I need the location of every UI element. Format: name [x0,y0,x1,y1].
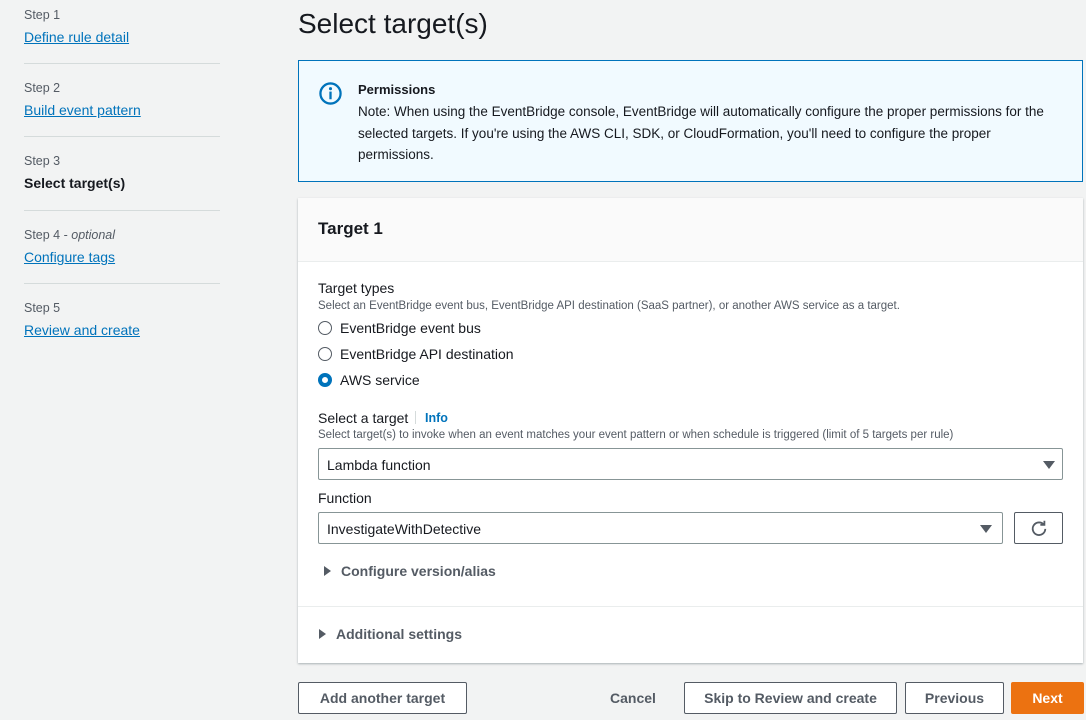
add-another-target-button[interactable]: Add another target [298,682,467,714]
caret-right-icon [324,566,331,576]
refresh-button[interactable] [1014,512,1063,544]
step-1: Step 1 Define rule detail [24,0,220,64]
selected-value: InvestigateWithDetective [327,521,482,537]
previous-button[interactable]: Previous [905,682,1004,714]
selected-value: Lambda function [327,457,431,473]
panel-header: Target 1 [298,198,1083,262]
step-number: Step 5 [24,301,61,315]
select-target-description: Select target(s) to invoke when an event… [318,429,954,441]
page-title: Select target(s) [298,8,488,39]
target-select-dropdown[interactable]: Lambda function [318,448,1063,480]
step-2: Step 2 Build event pattern [24,64,220,137]
step-5: Step 5 Review and create [24,284,220,340]
alert-body: Note: When using the EventBridge console… [358,104,1044,162]
target-types-label: Target types [318,280,395,296]
cancel-button[interactable]: Cancel [598,682,668,714]
additional-settings-expander[interactable]: Additional settings [319,626,462,642]
caret-right-icon [319,629,326,639]
step-link-configure-tags[interactable]: Configure tags [24,247,115,267]
skip-to-review-button[interactable]: Skip to Review and create [684,682,897,714]
divider [298,606,1083,607]
panel-title: Target 1 [318,219,383,238]
function-select-dropdown[interactable]: InvestigateWithDetective [318,512,1003,544]
label-divider [415,411,416,424]
target-types-description: Select an EventBridge event bus, EventBr… [318,300,900,312]
permissions-info-alert: Permissions Note: When using the EventBr… [298,60,1083,182]
radio-aws-service[interactable]: AWS service [318,372,420,388]
radio-label: AWS service [340,372,420,388]
step-link-build-event-pattern[interactable]: Build event pattern [24,100,141,120]
caret-down-icon [1043,461,1055,469]
info-icon [319,82,342,105]
step-link-review-and-create[interactable]: Review and create [24,320,140,340]
radio-label: EventBridge API destination [340,346,514,362]
radio-label: EventBridge event bus [340,320,481,336]
radio-button-selected[interactable] [318,373,332,387]
step-3: Step 3 Select target(s) [24,137,220,211]
step-number: Step 3 [24,154,61,168]
radio-button[interactable] [318,347,332,361]
radio-eventbridge-event-bus[interactable]: EventBridge event bus [318,320,481,336]
optional-tag: optional [71,228,116,242]
expander-label: Additional settings [336,626,462,642]
info-link[interactable]: Info [425,409,448,427]
next-button[interactable]: Next [1011,682,1084,714]
step-number: Step 4 - optional [24,228,116,242]
select-target-label: Select a target [318,410,409,426]
function-label: Function [318,490,372,506]
step-current-select-targets: Select target(s) [24,175,126,191]
expander-label: Configure version/alias [341,563,496,579]
step-link-define-rule-detail[interactable]: Define rule detail [24,27,129,47]
step-number: Step 1 [24,8,61,22]
alert-title: Permissions [358,82,436,97]
step-number: Step 2 [24,81,61,95]
target-1-panel: Target 1 Target types Select an EventBri… [298,198,1083,663]
radio-eventbridge-api-destination[interactable]: EventBridge API destination [318,346,514,362]
refresh-icon [1031,520,1046,536]
caret-down-icon [980,525,992,533]
wizard-steps-nav: Step 1 Define rule detail Step 2 Build e… [24,0,220,340]
configure-version-expander[interactable]: Configure version/alias [324,563,496,579]
radio-button[interactable] [318,321,332,335]
step-4: Step 4 - optional Configure tags [24,211,220,284]
